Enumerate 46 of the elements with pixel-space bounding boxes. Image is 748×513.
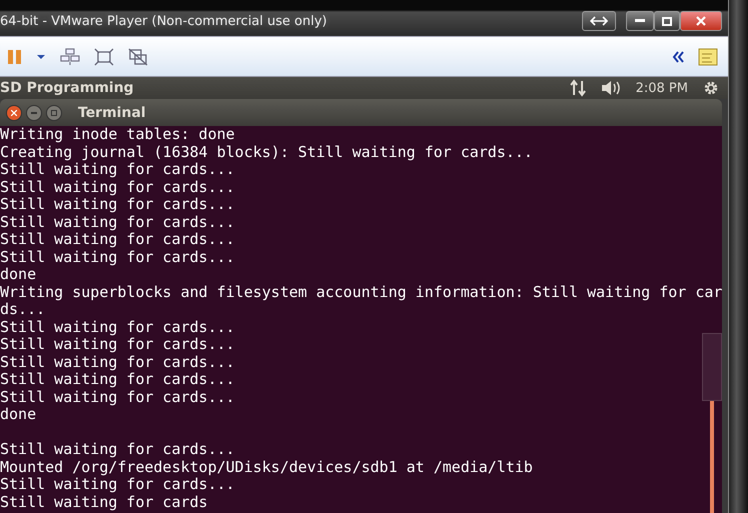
resize-button[interactable] bbox=[582, 11, 616, 31]
terminal-line: Still waiting for cards... bbox=[0, 388, 235, 406]
terminal-line: Still waiting for cards... bbox=[0, 441, 235, 458]
minimize-icon bbox=[31, 112, 37, 114]
terminal-line: done bbox=[0, 266, 36, 284]
terminal-line: Still waiting for cards... bbox=[0, 248, 235, 266]
updown-arrows-icon[interactable] bbox=[570, 79, 586, 97]
terminal-line: Still waiting for cards... bbox=[0, 161, 235, 178]
terminal-line: done bbox=[0, 406, 36, 424]
maximize-icon bbox=[51, 110, 57, 116]
panel-title: SD Programming bbox=[0, 80, 134, 96]
scrollbar[interactable] bbox=[710, 401, 714, 513]
terminal-line: Still waiting for cards... bbox=[0, 354, 235, 371]
fullscreen-icon[interactable] bbox=[94, 48, 114, 66]
close-button[interactable] bbox=[6, 104, 22, 120]
terminal-line: Creating journal (16384 blocks): Still waiting for cards... bbox=[0, 144, 533, 161]
close-icon bbox=[696, 16, 706, 26]
network-icon[interactable] bbox=[60, 48, 80, 66]
clock[interactable]: 2:08 PM bbox=[636, 80, 688, 96]
terminal-line: Still waiting for cards... bbox=[0, 231, 235, 248]
terminal-title: Terminal bbox=[78, 104, 146, 120]
terminal-line: Still waiting for cards... bbox=[0, 318, 235, 336]
minimize-icon bbox=[635, 19, 645, 23]
terminal-line: ds... bbox=[0, 301, 46, 318]
gear-icon[interactable] bbox=[702, 79, 720, 97]
terminal-line: Still waiting for cards... bbox=[0, 371, 235, 388]
unity-icon[interactable] bbox=[128, 48, 148, 66]
note-icon[interactable] bbox=[698, 48, 718, 66]
terminal-line: Still waiting for cards bbox=[0, 494, 208, 511]
scrollbar-thumb[interactable] bbox=[702, 333, 722, 401]
terminal-line: Still waiting for cards... bbox=[0, 336, 235, 354]
terminal-line: Writing superblocks and filesystem accounting information: Still waiting for car bbox=[0, 284, 722, 301]
terminal-line: Still waiting for cards... bbox=[0, 178, 235, 196]
close-button[interactable] bbox=[680, 11, 722, 31]
double-arrow-icon bbox=[590, 16, 608, 26]
close-icon bbox=[11, 110, 17, 116]
terminal-line: Mounted /org/freedesktop/UDisks/devices/sdb1 at /media/ltib bbox=[0, 458, 533, 476]
speaker-icon[interactable] bbox=[600, 79, 622, 97]
terminal-line: Writing inode tables: done bbox=[0, 126, 235, 144]
terminal-line: Still waiting for cards... bbox=[0, 476, 235, 494]
terminal-line: Still waiting for cards... bbox=[0, 214, 235, 231]
window-title: 64-bit - VMware Player (Non-commercial use only) bbox=[0, 14, 327, 28]
maximize-button[interactable] bbox=[654, 11, 680, 31]
terminal-line: Still waiting for cards... bbox=[0, 196, 235, 214]
maximize-icon bbox=[662, 16, 672, 26]
minimize-button[interactable] bbox=[626, 11, 654, 31]
